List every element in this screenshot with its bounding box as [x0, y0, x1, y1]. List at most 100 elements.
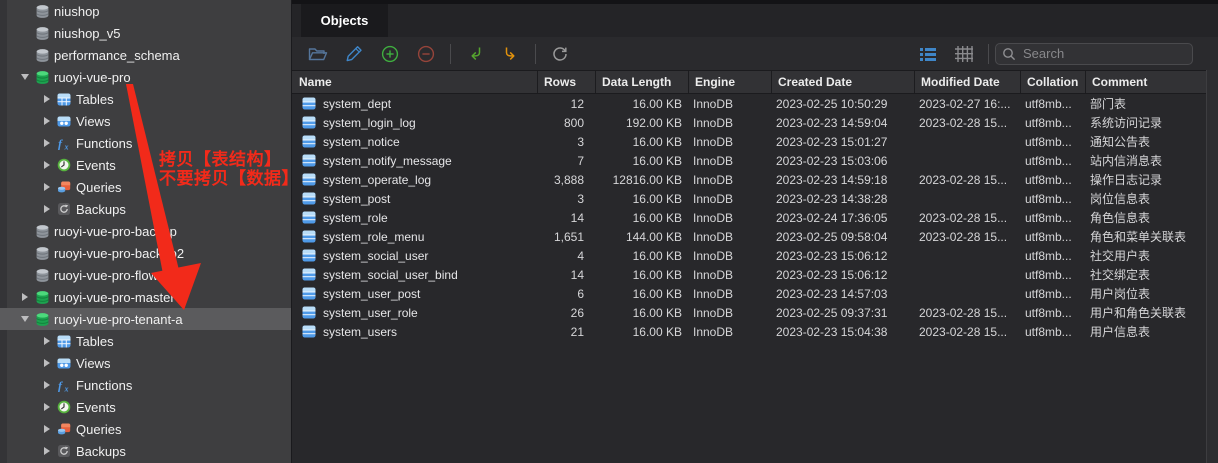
cell-created: 2023-02-23 15:01:27 — [771, 132, 914, 151]
table-name: system_login_log — [323, 116, 416, 130]
sidebar-item-label: Queries — [76, 180, 122, 195]
disclosure-right-icon[interactable] — [40, 158, 54, 172]
delete-table-button[interactable] — [413, 41, 439, 67]
table-row[interactable]: system_login_log800192.00 KBInnoDB2023-0… — [292, 113, 1206, 132]
search-input[interactable] — [1021, 45, 1201, 62]
table-row[interactable]: system_social_user_bind1416.00 KBInnoDB2… — [292, 265, 1206, 284]
disclosure-right-icon[interactable] — [40, 180, 54, 194]
new-table-button[interactable] — [377, 41, 403, 67]
sidebar-item-performance-schema[interactable]: performance_schema — [0, 44, 291, 66]
sidebar-item-label: Views — [76, 114, 110, 129]
sidebar-item-backups[interactable]: Backups — [0, 198, 291, 220]
grid-view-toggle[interactable] — [951, 41, 977, 67]
sidebar-item-functions[interactable]: fxFunctions — [0, 374, 291, 396]
disclosure-right-icon[interactable] — [40, 400, 54, 414]
table-name: system_user_role — [323, 306, 418, 320]
column-header-rows[interactable]: Rows — [537, 71, 595, 93]
functions-icon: fx — [56, 378, 72, 393]
cell-data_length: 16.00 KB — [595, 94, 688, 113]
tab-objects[interactable]: Objects — [301, 4, 388, 37]
sidebar-item-niushop[interactable]: niushop — [0, 0, 291, 22]
sidebar-item-ruoyi-vue-pro-master[interactable]: ruoyi-vue-pro-master — [0, 286, 291, 308]
disclosure-right-icon[interactable] — [40, 378, 54, 392]
sidebar-item-functions[interactable]: fxFunctions — [0, 132, 291, 154]
table-row[interactable]: system_social_user416.00 KBInnoDB2023-02… — [292, 246, 1206, 265]
cell-collation: utf8mb... — [1020, 189, 1085, 208]
disclosure-right-icon[interactable] — [40, 334, 54, 348]
disclosure-right-icon[interactable] — [18, 290, 32, 304]
cell-created: 2023-02-23 15:04:38 — [771, 322, 914, 341]
sidebar-item-ruoyi-vue-pro[interactable]: ruoyi-vue-pro — [0, 66, 291, 88]
cell-created: 2023-02-23 15:06:12 — [771, 265, 914, 284]
sidebar-item-queries[interactable]: Queries — [0, 418, 291, 440]
list-view-toggle[interactable] — [915, 41, 941, 67]
column-header-modified[interactable]: Modified Date — [914, 71, 1020, 93]
column-header-engine[interactable]: Engine — [688, 71, 771, 93]
table-name: system_user_post — [323, 287, 420, 301]
cell-collation: utf8mb... — [1020, 246, 1085, 265]
disclosure-right-icon[interactable] — [40, 136, 54, 150]
disclosure-right-icon[interactable] — [40, 114, 54, 128]
column-header-collation[interactable]: Collation — [1020, 71, 1085, 93]
cell-modified: 2023-02-28 15... — [914, 303, 1020, 322]
disclosure-down-icon[interactable] — [18, 312, 32, 326]
disclosure-right-icon[interactable] — [40, 444, 54, 458]
table-row[interactable]: system_role1416.00 KBInnoDB2023-02-24 17… — [292, 208, 1206, 227]
db-gray-icon — [34, 268, 50, 283]
open-table-button[interactable] — [305, 41, 331, 67]
refresh-button[interactable] — [547, 41, 573, 67]
column-header-name[interactable]: Name — [292, 71, 537, 93]
sidebar-item-events[interactable]: Events — [0, 396, 291, 418]
column-header-data_length[interactable]: Data Length — [595, 71, 688, 93]
table-row[interactable]: system_operate_log3,88812816.00 KBInnoDB… — [292, 170, 1206, 189]
import-wizard-button[interactable] — [462, 41, 488, 67]
search-box[interactable] — [995, 43, 1193, 65]
toolbar-separator — [988, 44, 989, 64]
table-row[interactable]: system_dept1216.00 KBInnoDB2023-02-25 10… — [292, 94, 1206, 113]
db-gray-icon — [34, 246, 50, 261]
column-header-label: Rows — [544, 75, 576, 89]
sidebar-item-ruoyi-vue-pro-backup[interactable]: ruoyi-vue-pro-backup — [0, 220, 291, 242]
column-header-created[interactable]: Created Date — [771, 71, 914, 93]
table-icon — [302, 97, 316, 110]
sidebar-item-views[interactable]: Views — [0, 110, 291, 132]
table-name: system_role — [323, 211, 388, 225]
column-header-comment[interactable]: Comment — [1085, 71, 1206, 93]
table-row[interactable]: system_notify_message716.00 KBInnoDB2023… — [292, 151, 1206, 170]
table-name: system_notify_message — [323, 154, 452, 168]
table-row[interactable]: system_notice316.00 KBInnoDB2023-02-23 1… — [292, 132, 1206, 151]
sidebar-item-events[interactable]: Events — [0, 154, 291, 176]
cell-rows: 6 — [537, 284, 595, 303]
export-wizard-button[interactable] — [498, 41, 524, 67]
sidebar-item-queries[interactable]: Queries — [0, 176, 291, 198]
disclosure-right-icon[interactable] — [40, 92, 54, 106]
disclosure-right-icon[interactable] — [40, 356, 54, 370]
cell-comment: 用户岗位表 — [1085, 284, 1206, 303]
disclosure-right-icon[interactable] — [40, 422, 54, 436]
cell-data_length: 16.00 KB — [595, 265, 688, 284]
table-row[interactable]: system_user_post616.00 KBInnoDB2023-02-2… — [292, 284, 1206, 303]
cell-data_length: 16.00 KB — [595, 322, 688, 341]
table-row[interactable]: system_users2116.00 KBInnoDB2023-02-23 1… — [292, 322, 1206, 341]
sidebar-item-backups[interactable]: Backups — [0, 440, 291, 462]
sidebar-item-tables[interactable]: Tables — [0, 88, 291, 110]
sidebar-item-ruoyi-vue-pro-flowable[interactable]: ruoyi-vue-pro-flowable — [0, 264, 291, 286]
disclosure-down-icon[interactable] — [18, 70, 32, 84]
sidebar-item-niushop-v5[interactable]: niushop_v5 — [0, 22, 291, 44]
sidebar-item-ruoyi-vue-pro-tenant-a[interactable]: ruoyi-vue-pro-tenant-a — [0, 308, 291, 330]
table-row[interactable]: system_post316.00 KBInnoDB2023-02-23 14:… — [292, 189, 1206, 208]
vertical-scrollbar[interactable] — [1206, 70, 1218, 463]
backups-icon — [56, 202, 72, 217]
design-table-button[interactable] — [341, 41, 367, 67]
cell-created: 2023-02-23 15:06:12 — [771, 246, 914, 265]
column-header-label: Modified Date — [921, 75, 1000, 89]
cell-modified: 2023-02-28 15... — [914, 208, 1020, 227]
disclosure-right-icon[interactable] — [40, 202, 54, 216]
sidebar-item-views[interactable]: Views — [0, 352, 291, 374]
sidebar-item-tables[interactable]: Tables — [0, 330, 291, 352]
table-row[interactable]: system_role_menu1,651144.00 KBInnoDB2023… — [292, 227, 1206, 246]
table-row[interactable]: system_user_role2616.00 KBInnoDB2023-02-… — [292, 303, 1206, 322]
sidebar-item-ruoyi-vue-pro-backup2[interactable]: ruoyi-vue-pro-backup2 — [0, 242, 291, 264]
sidebar-item-label: ruoyi-vue-pro-backup — [54, 224, 177, 239]
table-icon — [302, 325, 316, 338]
